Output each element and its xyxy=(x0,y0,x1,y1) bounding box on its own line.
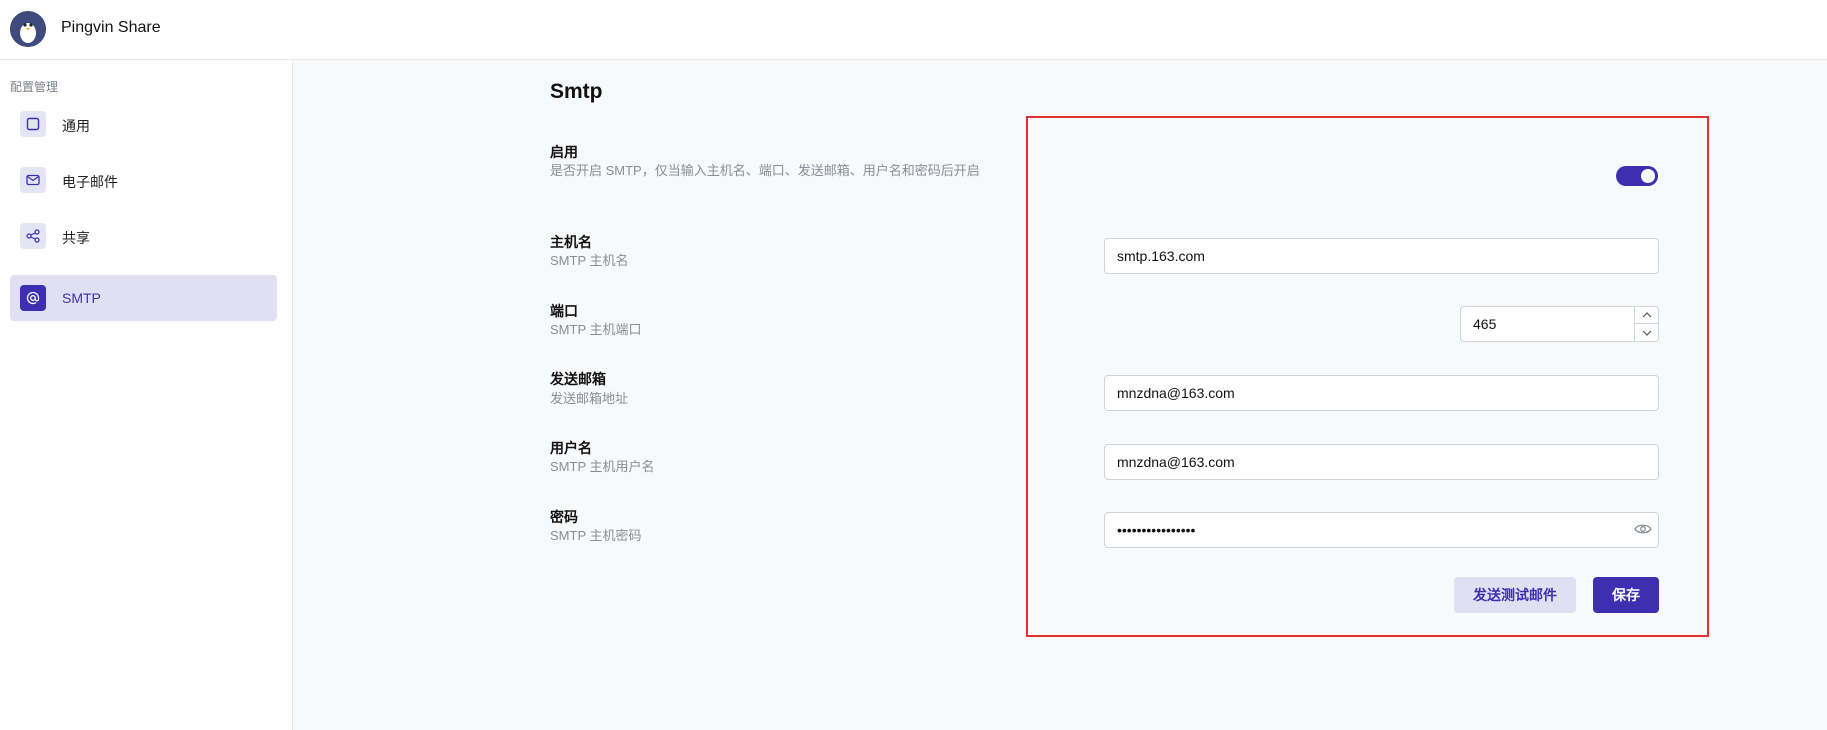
sidebar-item-general[interactable]: 通用 xyxy=(10,101,277,147)
settings-sidebar: 配置管理 通用 电子邮件 共享 SMTP xyxy=(0,60,293,730)
mail-icon xyxy=(20,167,46,193)
send-test-email-button[interactable]: 发送测试邮件 xyxy=(1454,577,1576,613)
sidebar-section-title: 配置管理 xyxy=(10,80,59,94)
sidebar-item-label: 电子邮件 xyxy=(62,174,118,190)
password-label: 密码 xyxy=(550,509,578,525)
save-button[interactable]: 保存 xyxy=(1593,577,1659,613)
square-icon xyxy=(20,111,46,137)
sidebar-item-label: SMTP xyxy=(62,290,101,306)
sidebar-item-share[interactable]: 共享 xyxy=(10,213,277,259)
eye-icon[interactable] xyxy=(1634,522,1652,536)
penguin-logo-icon[interactable] xyxy=(10,11,46,47)
chevron-down-icon[interactable] xyxy=(1635,324,1658,341)
share-icon xyxy=(20,223,46,249)
port-stepper xyxy=(1634,307,1658,341)
sender-description: 发送邮箱地址 xyxy=(550,391,629,406)
page-title: Smtp xyxy=(550,80,603,103)
sender-email-input[interactable] xyxy=(1104,375,1659,411)
at-icon xyxy=(20,285,46,311)
sidebar-item-smtp[interactable]: SMTP xyxy=(10,275,277,321)
enable-label: 启用 xyxy=(550,144,578,160)
smtp-enable-toggle[interactable] xyxy=(1616,166,1658,186)
password-input[interactable] xyxy=(1104,512,1659,548)
port-input[interactable] xyxy=(1460,306,1659,342)
port-number-input xyxy=(1460,306,1659,342)
username-label: 用户名 xyxy=(550,440,592,456)
sidebar-item-email[interactable]: 电子邮件 xyxy=(10,157,277,203)
sidebar-item-label: 共享 xyxy=(62,230,90,246)
host-description: SMTP 主机名 xyxy=(550,253,629,268)
toggle-knob xyxy=(1641,169,1655,183)
password-description: SMTP 主机密码 xyxy=(550,528,642,543)
app-name[interactable]: Pingvin Share xyxy=(61,19,161,37)
username-description: SMTP 主机用户名 xyxy=(550,459,655,474)
chevron-up-icon[interactable] xyxy=(1635,307,1658,324)
username-input[interactable] xyxy=(1104,444,1659,480)
sidebar-item-label: 通用 xyxy=(62,118,90,134)
sender-label: 发送邮箱 xyxy=(550,371,606,387)
host-label: 主机名 xyxy=(550,234,592,250)
host-input[interactable] xyxy=(1104,238,1659,274)
port-description: SMTP 主机端口 xyxy=(550,322,642,337)
enable-description: 是否开启 SMTP，仅当输入主机名、端口、发送邮箱、用户名和密码后开启 xyxy=(550,163,980,178)
top-header: Pingvin Share xyxy=(0,0,1827,60)
port-label: 端口 xyxy=(550,303,578,319)
